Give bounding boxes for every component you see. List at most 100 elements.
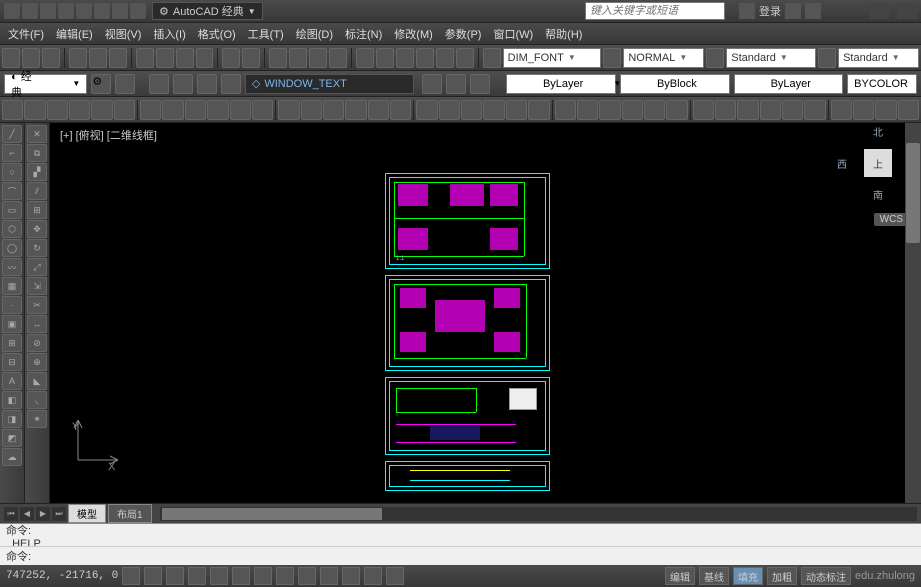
menu-help[interactable]: 帮助(H) (539, 24, 588, 44)
toolbtn-18[interactable] (416, 100, 437, 120)
tab-layout1[interactable]: 布局1 (108, 504, 152, 523)
toolbtn-21[interactable] (483, 100, 504, 120)
saveas-icon[interactable] (76, 3, 92, 19)
trim-icon[interactable]: ✂ (27, 296, 47, 314)
toolbtn-7[interactable] (162, 100, 183, 120)
dimstyle-icon[interactable] (483, 48, 501, 68)
status-dyndim[interactable]: 动态标注 (801, 567, 851, 585)
vertical-scrollbar[interactable] (905, 123, 921, 503)
block-icon[interactable]: ▣ (2, 315, 22, 333)
menu-tools[interactable]: 工具(T) (242, 24, 290, 44)
lineweight-dropdown[interactable]: ByBlock (620, 74, 730, 94)
menu-draw[interactable]: 绘图(D) (290, 24, 339, 44)
calc-icon[interactable] (456, 48, 474, 68)
sheetset-icon[interactable] (416, 48, 434, 68)
maximize-button[interactable] (897, 3, 917, 19)
spline-icon[interactable]: 〰 (2, 258, 22, 276)
toolbtn-11[interactable] (252, 100, 273, 120)
toolbtn-23[interactable] (528, 100, 549, 120)
pan-icon[interactable] (269, 48, 287, 68)
toolbtn-0[interactable] (2, 100, 23, 120)
toolbtn-34[interactable] (782, 100, 803, 120)
dyn-icon[interactable] (276, 567, 294, 585)
layer-off-icon[interactable] (197, 74, 217, 94)
otrack-icon[interactable] (232, 567, 250, 585)
qp-icon[interactable] (342, 567, 360, 585)
toolbtn-13[interactable] (301, 100, 322, 120)
toolbtn-16[interactable] (368, 100, 389, 120)
toolbtn-10[interactable] (230, 100, 251, 120)
line-icon[interactable]: ╱ (2, 125, 22, 143)
menu-window[interactable]: 窗口(W) (487, 24, 539, 44)
save-doc-icon[interactable] (42, 48, 60, 68)
plot-icon[interactable] (94, 3, 110, 19)
model-icon[interactable] (386, 567, 404, 585)
revcloud-icon[interactable]: ☁ (2, 448, 22, 466)
toolbtn-37[interactable] (853, 100, 874, 120)
user-icon[interactable] (739, 3, 755, 19)
explode-icon[interactable]: ✶ (27, 410, 47, 428)
save-icon[interactable] (58, 3, 74, 19)
toolbtn-9[interactable] (207, 100, 228, 120)
toolbtn-27[interactable] (622, 100, 643, 120)
dimstyle-dropdown[interactable]: DIM_FONT ▼ (503, 48, 602, 68)
viewcube-north[interactable]: 北 (873, 124, 883, 139)
designcenter-icon[interactable] (376, 48, 394, 68)
open-doc-icon[interactable] (22, 48, 40, 68)
toolpalette-icon[interactable] (396, 48, 414, 68)
redo-icon[interactable] (130, 3, 146, 19)
array-icon[interactable]: ⊞ (27, 201, 47, 219)
toolbtn-33[interactable] (760, 100, 781, 120)
circle-icon[interactable]: ○ (2, 163, 22, 181)
menu-dimension[interactable]: 标注(N) (339, 24, 388, 44)
command-prompt[interactable]: 命令: (0, 546, 921, 565)
toolbtn-30[interactable] (693, 100, 714, 120)
move-icon[interactable]: ✥ (27, 220, 47, 238)
toolbtn-4[interactable] (91, 100, 112, 120)
polygon-icon[interactable]: ⬡ (2, 220, 22, 238)
tab-last-icon[interactable]: ⏭ (52, 507, 66, 521)
table-icon[interactable]: ⊟ (2, 353, 22, 371)
region-icon[interactable]: ◧ (2, 391, 22, 409)
viewcube-west[interactable]: 西 (837, 156, 847, 171)
open-icon[interactable] (40, 3, 56, 19)
minimize-button[interactable] (869, 3, 889, 19)
zoomprev-icon[interactable] (329, 48, 347, 68)
redo2-icon[interactable] (242, 48, 260, 68)
toolbtn-6[interactable] (140, 100, 161, 120)
tablestyle-dropdown[interactable]: NORMAL ▼ (623, 48, 704, 68)
app-menu-icon[interactable] (4, 3, 20, 19)
exchange-icon[interactable] (785, 3, 801, 19)
login-button[interactable]: 登录 (759, 3, 781, 19)
menu-view[interactable]: 视图(V) (99, 24, 148, 44)
rect-icon[interactable]: ▭ (2, 201, 22, 219)
tab-first-icon[interactable]: ⏮ (4, 507, 18, 521)
search-input[interactable] (585, 2, 725, 20)
toolbtn-15[interactable] (345, 100, 366, 120)
status-fill[interactable]: 填充 (733, 567, 763, 585)
layer-freeze-icon[interactable] (149, 74, 169, 94)
mtext-icon[interactable]: A (2, 372, 22, 390)
toolbtn-32[interactable] (737, 100, 758, 120)
pline-icon[interactable]: ⌐ (2, 144, 22, 162)
sc-icon[interactable] (364, 567, 382, 585)
zoom-icon[interactable] (289, 48, 307, 68)
ortho-icon[interactable] (166, 567, 184, 585)
menu-insert[interactable]: 插入(I) (147, 24, 191, 44)
menu-modify[interactable]: 修改(M) (388, 24, 439, 44)
ws-save-icon[interactable] (115, 74, 135, 94)
point-icon[interactable]: · (2, 296, 22, 314)
tab-prev-icon[interactable]: ◀ (20, 507, 34, 521)
status-bold[interactable]: 加粗 (767, 567, 797, 585)
rotate-icon[interactable]: ↻ (27, 239, 47, 257)
cut-icon[interactable] (136, 48, 154, 68)
mleaderstyle-dropdown[interactable]: Standard ▼ (726, 48, 816, 68)
markup-icon[interactable] (436, 48, 454, 68)
lwt-icon[interactable] (298, 567, 316, 585)
workspace-select[interactable]: ◐ 经典 ▼ (4, 74, 87, 94)
break-icon[interactable]: ⊘ (27, 334, 47, 352)
command-line[interactable]: 命令: _HELP 命令: (0, 523, 921, 565)
grid-icon[interactable] (144, 567, 162, 585)
zoomwin-icon[interactable] (309, 48, 327, 68)
matchprop-icon[interactable] (196, 48, 214, 68)
